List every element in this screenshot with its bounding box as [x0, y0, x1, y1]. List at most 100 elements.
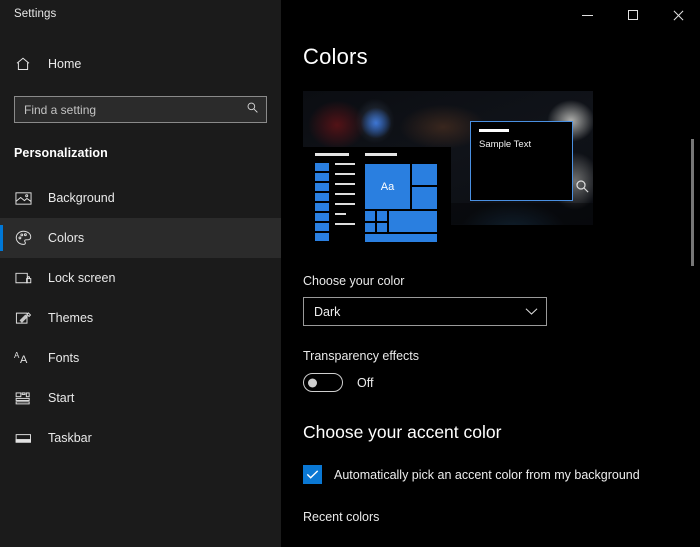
svg-text:A: A — [20, 354, 28, 366]
transparency-toggle[interactable] — [303, 373, 343, 392]
chevron-down-icon — [525, 303, 538, 321]
content-pane: Colors — [281, 0, 700, 547]
wallpaper-search-icon — [575, 179, 590, 199]
start-menu-cell — [315, 213, 329, 221]
minimize-button[interactable] — [565, 0, 610, 30]
choose-color-dropdown[interactable]: Dark — [303, 297, 547, 326]
maximize-icon — [628, 10, 638, 20]
tile — [412, 187, 437, 209]
close-button[interactable] — [655, 0, 700, 30]
transparency-toggle-row: Off — [303, 373, 700, 392]
sidebar: Home Personalization — [0, 0, 281, 547]
home-icon — [14, 55, 32, 73]
close-icon — [672, 10, 683, 21]
start-menu-cell — [315, 173, 329, 181]
tile-grid: Aa — [365, 164, 437, 242]
start-menu-cell — [315, 183, 329, 191]
sidebar-item-colors[interactable]: Colors — [0, 218, 281, 258]
start-tiles-preview: Aa — [365, 153, 437, 242]
themes-icon — [14, 309, 32, 327]
window-title: Settings — [14, 8, 56, 20]
start-menu-line — [335, 213, 346, 215]
transparency-group: Transparency effects Off — [303, 349, 700, 392]
tile — [389, 211, 437, 232]
sidebar-item-themes[interactable]: Themes — [0, 298, 281, 338]
sidebar-item-fonts[interactable]: A A Fonts — [0, 338, 281, 378]
tile — [365, 211, 375, 221]
sidebar-item-lock-screen-label: Lock screen — [48, 271, 115, 285]
choose-color-value: Dark — [314, 305, 340, 319]
start-menu-cell — [315, 203, 329, 211]
auto-accent-checkbox-row[interactable]: Automatically pick an accent color from … — [303, 465, 700, 484]
search-icon[interactable] — [246, 101, 259, 119]
choose-color-group: Choose your color Dark — [303, 274, 700, 326]
sidebar-item-themes-label: Themes — [48, 311, 93, 325]
maximize-button[interactable] — [610, 0, 655, 30]
start-menu-top-bar — [315, 153, 349, 156]
start-menu-line — [335, 193, 355, 195]
sidebar-section-title: Personalization — [0, 123, 281, 160]
auto-accent-checkbox-label: Automatically pick an accent color from … — [334, 468, 640, 482]
transparency-label: Transparency effects — [303, 349, 700, 363]
check-icon — [306, 469, 319, 480]
transparency-state-label: Off — [357, 376, 373, 390]
content-scrollbar-thumb[interactable] — [691, 139, 694, 266]
accent-color-heading: Choose your accent color — [303, 422, 700, 443]
minimize-icon — [582, 15, 593, 16]
sidebar-item-start-label: Start — [48, 391, 74, 405]
search-container — [0, 82, 281, 123]
sidebar-item-fonts-label: Fonts — [48, 351, 79, 365]
recent-colors-label: Recent colors — [303, 510, 700, 524]
title-bar: Settings — [0, 0, 700, 32]
tile-aa-label: Aa — [381, 181, 394, 193]
image-icon — [14, 189, 32, 207]
tile-aa: Aa — [365, 164, 410, 209]
color-preview: Aa Sample Text — [303, 91, 593, 251]
tile — [365, 223, 375, 232]
sidebar-item-colors-label: Colors — [48, 231, 84, 245]
sample-window-title-bar — [479, 129, 509, 132]
sample-window-text: Sample Text — [479, 139, 572, 150]
start-menu-line — [335, 203, 355, 205]
content-scrollbar-track[interactable] — [694, 44, 697, 547]
settings-window: Settings Home — [0, 0, 700, 547]
sidebar-item-taskbar-label: Taskbar — [48, 431, 92, 445]
start-menu-accent-column — [315, 163, 329, 243]
sidebar-item-start[interactable]: Start — [0, 378, 281, 418]
taskbar-icon — [14, 429, 32, 447]
choose-color-label: Choose your color — [303, 274, 700, 288]
tile — [365, 234, 437, 242]
lock-screen-icon — [14, 269, 32, 287]
sample-window-preview: Sample Text — [470, 121, 573, 201]
toggle-knob — [308, 378, 317, 387]
sidebar-item-home[interactable]: Home — [0, 46, 281, 82]
start-menu-cell — [315, 223, 329, 231]
tile — [412, 164, 437, 185]
page-title: Colors — [303, 44, 700, 70]
sidebar-item-background[interactable]: Background — [0, 178, 281, 218]
start-menu-line — [335, 183, 355, 185]
palette-icon — [14, 229, 32, 247]
start-menu-cell — [315, 233, 329, 241]
sidebar-item-home-label: Home — [48, 57, 81, 71]
auto-accent-checkbox[interactable] — [303, 465, 322, 484]
start-menu-list-lines — [335, 163, 355, 233]
start-menu-line — [335, 173, 355, 175]
fonts-icon: A A — [14, 349, 32, 367]
start-menu-line — [335, 163, 355, 165]
tile — [377, 223, 387, 232]
wallpaper-dark-band — [451, 203, 593, 225]
tile — [377, 211, 387, 221]
start-menu-cell — [315, 193, 329, 201]
sidebar-item-lock-screen[interactable]: Lock screen — [0, 258, 281, 298]
search-box[interactable] — [14, 96, 267, 123]
start-icon — [14, 389, 32, 407]
sidebar-item-background-label: Background — [48, 191, 115, 205]
caption-button-group — [565, 0, 700, 30]
start-menu-line — [335, 223, 355, 225]
start-menu-cell — [315, 163, 329, 171]
sidebar-nav-list: Background Colors — [0, 178, 281, 458]
search-input[interactable] — [24, 103, 240, 117]
sidebar-item-taskbar[interactable]: Taskbar — [0, 418, 281, 458]
tiles-top-bar — [365, 153, 397, 156]
